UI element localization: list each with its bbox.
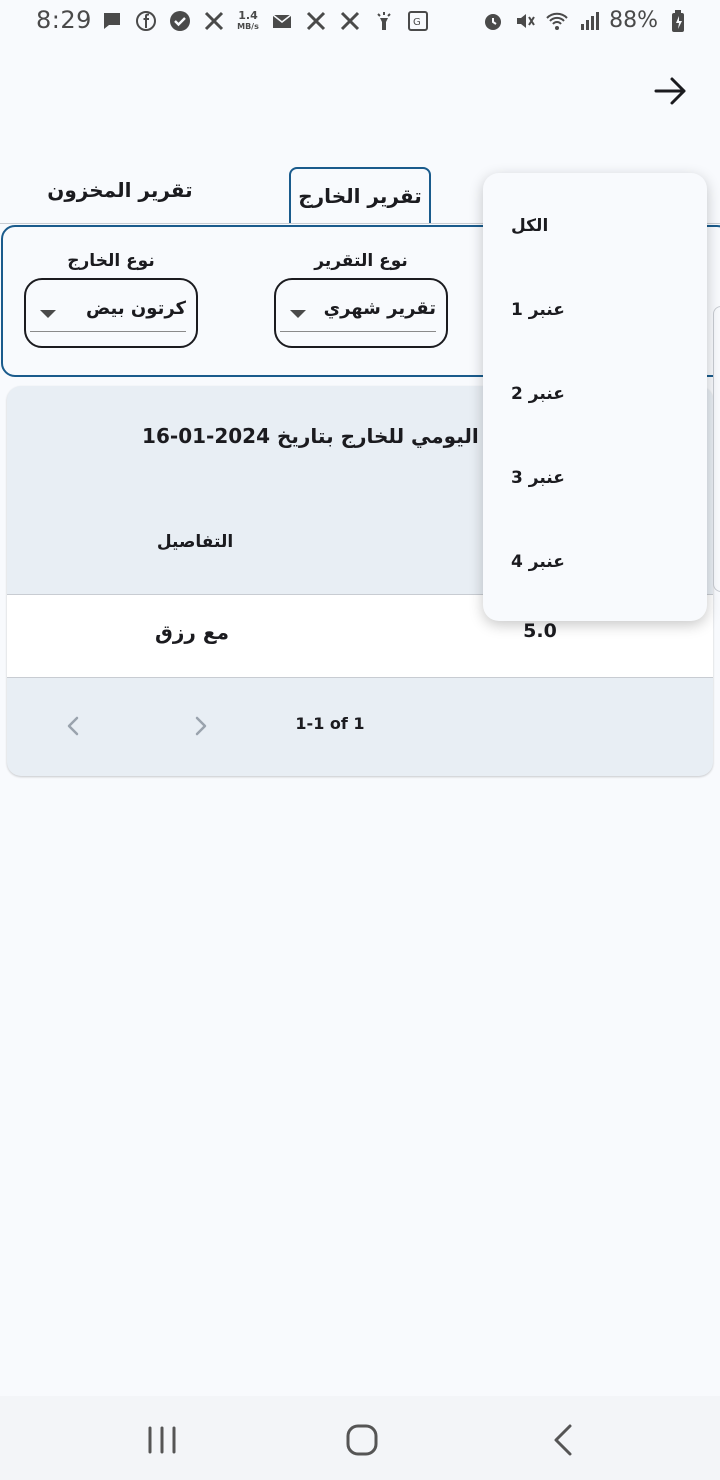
select-underline xyxy=(280,331,436,332)
output-type-value: كرتون بيض xyxy=(85,298,186,319)
back-arrow-icon[interactable] xyxy=(650,70,692,112)
mute-icon xyxy=(513,9,537,33)
report-type-select[interactable]: تقرير شهري xyxy=(274,278,448,348)
output-type-select[interactable]: كرتون بيض xyxy=(24,278,198,348)
chevron-left-icon[interactable] xyxy=(56,708,92,744)
report-type-value: تقرير شهري xyxy=(323,298,436,319)
wifi-icon xyxy=(545,9,569,33)
facebook-icon xyxy=(134,9,158,33)
svg-text:G: G xyxy=(413,17,421,28)
mail-icon xyxy=(270,9,294,33)
x-icon xyxy=(338,9,362,33)
output-type-label: نوع الخارج xyxy=(67,251,155,271)
report-type-label: نوع التقرير xyxy=(314,251,408,271)
caret-down-icon xyxy=(290,310,306,318)
x-icon xyxy=(202,9,226,33)
pagination-range: 1-1 of 1 xyxy=(295,714,365,733)
status-bar: 8:29 1.4 MB/s G 88% xyxy=(0,0,720,44)
column-header-details: التفاصيل xyxy=(156,532,234,552)
alarm-icon xyxy=(481,9,505,33)
x-icon xyxy=(304,9,328,33)
caret-down-icon xyxy=(40,310,56,318)
nav-back-icon[interactable] xyxy=(544,1420,584,1460)
speed-value: 1.4 xyxy=(238,8,258,22)
chevron-right-icon[interactable] xyxy=(182,708,218,744)
dropdown-item-barn-1[interactable]: عنبر 1 xyxy=(511,290,691,330)
message-icon xyxy=(100,9,124,33)
speed-indicator: 1.4 MB/s xyxy=(236,9,260,33)
check-circle-icon xyxy=(168,9,192,33)
recent-apps-icon[interactable] xyxy=(142,1420,182,1460)
battery-icon xyxy=(666,9,690,33)
table-cell-details: مع رزق xyxy=(155,620,229,644)
select-underline xyxy=(30,331,186,332)
flashlight-icon xyxy=(372,9,396,33)
system-icons: 88% xyxy=(481,8,690,33)
barn-dropdown-menu: الكل عنبر 1 عنبر 2 عنبر 3 عنبر 4 xyxy=(483,173,707,621)
dropdown-item-barn-3[interactable]: عنبر 3 xyxy=(511,458,691,498)
status-time: 8:29 xyxy=(36,6,92,34)
table-cell-quantity: 5.0 xyxy=(523,620,557,642)
hidden-select-edge xyxy=(713,306,720,592)
signal-icon xyxy=(577,9,601,33)
tab-output-report[interactable]: تقرير الخارج xyxy=(289,167,431,223)
tab-inventory-report[interactable]: تقرير المخزون xyxy=(30,162,210,218)
dropdown-item-barn-2[interactable]: عنبر 2 xyxy=(511,374,691,414)
report-title: تقرير اليومي للخارج بتاريخ 2024-01-16 xyxy=(142,424,540,448)
battery-percent: 88% xyxy=(609,8,658,33)
home-icon[interactable] xyxy=(342,1420,382,1460)
notification-icons: 1.4 MB/s G xyxy=(100,9,430,33)
translate-icon: G xyxy=(406,9,430,33)
dropdown-item-barn-4[interactable]: عنبر 4 xyxy=(511,542,691,582)
dropdown-item-all[interactable]: الكل xyxy=(511,206,691,246)
speed-unit: MB/s xyxy=(237,21,259,31)
